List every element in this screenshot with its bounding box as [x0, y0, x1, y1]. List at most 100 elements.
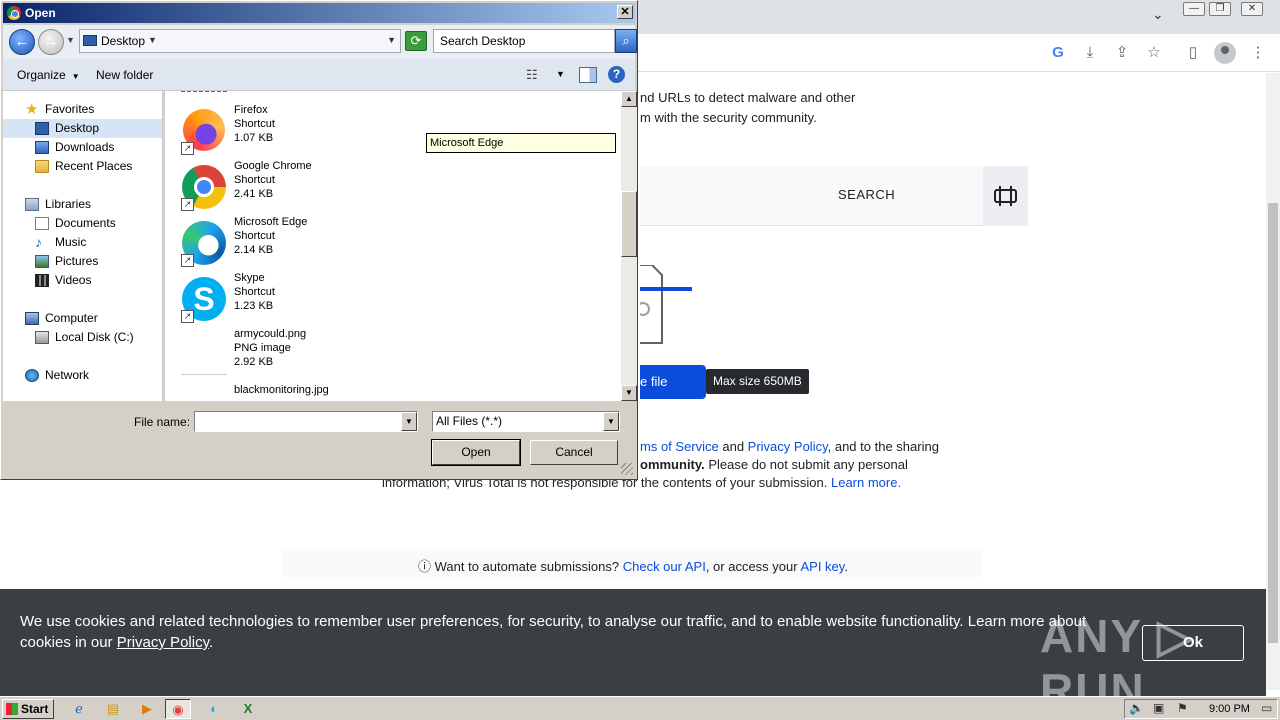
address-dropdown-icon[interactable]: ▼ [387, 35, 396, 45]
address-bar[interactable]: Desktop ▼ ▼ [79, 29, 401, 53]
share-icon[interactable]: ⇪ [1112, 43, 1132, 63]
help-icon[interactable]: ? [608, 66, 625, 83]
network-tray-icon[interactable]: ▣ [1153, 701, 1164, 715]
explorer-taskbar-icon[interactable]: ▤ [100, 699, 126, 719]
learn-more-link[interactable]: Learn more. [831, 475, 901, 490]
file-type-select[interactable]: All Files (*.*) ▼ [432, 411, 620, 432]
downloads-folder-icon [35, 141, 49, 154]
nav-desktop[interactable]: Desktop [3, 119, 162, 138]
terms-line2: ommunity. Please do not submit any perso… [640, 457, 908, 472]
file-name: Microsoft Edge [234, 216, 308, 228]
nav-documents[interactable]: Documents [3, 214, 162, 233]
search-desktop-input[interactable]: Search Desktop [433, 29, 615, 53]
recent-locations-chevron-icon[interactable]: ▼ [66, 35, 75, 45]
profile-avatar-icon[interactable] [1214, 42, 1236, 64]
browser-menu-icon[interactable]: ⋮ [1248, 43, 1268, 63]
shortcut-arrow-icon: ↗ [181, 198, 194, 211]
address-text[interactable]: Desktop [101, 34, 145, 48]
file-type-dropdown-icon[interactable]: ▼ [603, 412, 619, 431]
nav-computer[interactable]: Computer [3, 309, 162, 328]
file-item[interactable]: ↗ Google Chrome Shortcut 2.41 KB [181, 159, 441, 215]
breadcrumb-chevron-icon[interactable]: ▼ [148, 35, 157, 45]
change-view-icon[interactable]: ☷ [526, 67, 544, 83]
nav-recent-label: Recent Places [55, 159, 133, 173]
file-upload-illustration-icon [636, 264, 692, 345]
file-type: PNG image [234, 342, 291, 354]
scroll-down-arrow-icon[interactable]: ▼ [621, 385, 637, 401]
nav-favorites[interactable]: ★ Favorites [3, 100, 162, 119]
api-key-link[interactable]: API key [800, 559, 844, 574]
dialog-navigation-bar: ← → ▼ Desktop ▼ ▼ ⟳ Search Desktop ⌕ [3, 25, 637, 59]
side-panel-icon[interactable]: ▯ [1183, 43, 1203, 63]
nav-music-label: Music [55, 235, 87, 249]
check-api-link[interactable]: Check our API [623, 559, 706, 574]
dialog-titlebar[interactable]: Open ✕ [3, 3, 635, 23]
file-item[interactable]: blackmonitoring.jpg [181, 383, 441, 401]
scroll-up-arrow-icon[interactable]: ▲ [621, 91, 637, 107]
file-name-dropdown-icon[interactable]: ▼ [401, 412, 417, 431]
resize-grip-icon[interactable] [621, 463, 633, 475]
cookie-ok-button[interactable]: Ok [1142, 625, 1244, 661]
show-desktop-icon[interactable]: ▭ [1261, 701, 1272, 715]
dialog-close-button[interactable]: ✕ [617, 5, 633, 19]
dialog-title: Open [25, 6, 56, 20]
file-list-scrollbar-thumb[interactable] [621, 191, 637, 257]
cancel-button[interactable]: Cancel [530, 440, 618, 465]
favorites-star-icon: ★ [25, 101, 39, 118]
view-options-chevron-icon[interactable]: ▼ [556, 69, 565, 79]
file-size: 1.07 KB [234, 132, 274, 144]
start-button[interactable]: Start [2, 699, 54, 719]
search-magnifier-icon[interactable]: ⌕ [615, 29, 637, 53]
file-name-input[interactable]: ▼ [194, 411, 418, 432]
nav-recent-places[interactable]: Recent Places [3, 157, 162, 176]
file-item[interactable]: ↗ Microsoft Edge Shortcut 2.14 KB [181, 215, 441, 271]
chrome-taskbar-icon[interactable]: ◉ [165, 699, 191, 719]
nav-local-disk[interactable]: Local Disk (C:) [3, 328, 162, 347]
cookie-text: We use cookies and related technologies … [20, 611, 1130, 653]
window-minimize-button[interactable]: — [1183, 2, 1205, 16]
window-maximize-button[interactable]: ❐ [1209, 2, 1231, 16]
preview-pane-icon[interactable] [579, 67, 597, 83]
google-lens-icon[interactable]: G [1048, 43, 1068, 63]
back-arrow-icon[interactable]: ← [9, 29, 35, 55]
nav-downloads[interactable]: Downloads [3, 138, 162, 157]
edge-icon: ↗ [181, 219, 229, 267]
excel-taskbar-icon[interactable]: X [235, 699, 261, 719]
open-button[interactable]: Open [431, 439, 521, 466]
forward-arrow-icon[interactable]: → [38, 29, 64, 55]
ie-taskbar-icon[interactable]: ℯ [66, 699, 92, 719]
install-app-icon[interactable]: ⤓ [1080, 43, 1100, 63]
intro-text-line2: m with the security community. [640, 110, 817, 125]
file-item[interactable]: S ↗ Skype Shortcut 1.23 KB [181, 271, 441, 327]
nav-libraries[interactable]: Libraries [3, 195, 162, 214]
page-scrollbar[interactable] [1266, 73, 1280, 690]
search-tab-area[interactable] [640, 166, 983, 226]
page-scrollbar-thumb[interactable] [1268, 203, 1278, 643]
action-center-flag-icon[interactable]: ⚑ [1177, 701, 1188, 715]
refresh-icon[interactable]: ⟳ [405, 31, 427, 51]
edge-taskbar-icon[interactable]: ◐ [201, 699, 227, 719]
nav-videos[interactable]: Videos [3, 271, 162, 290]
tab-search-chevron-icon[interactable]: ⌄ [1152, 6, 1164, 23]
nav-music[interactable]: ♪ Music [3, 233, 162, 252]
file-item[interactable]: ↗ Firefox Shortcut 1.07 KB [181, 103, 441, 159]
file-name: blackmonitoring.jpg [234, 384, 329, 396]
media-player-taskbar-icon[interactable]: ▶ [134, 699, 160, 719]
choose-file-button[interactable]: e file [640, 365, 706, 399]
terms-of-service-link[interactable]: ms of Service [640, 439, 719, 454]
cookie-privacy-link[interactable]: Privacy Policy [117, 634, 209, 651]
bookmark-star-icon[interactable]: ☆ [1144, 43, 1164, 63]
privacy-policy-link[interactable]: Privacy Policy [748, 439, 828, 454]
window-close-button[interactable]: ✕ [1241, 2, 1263, 16]
max-size-tooltip: Max size 650MB [706, 369, 809, 394]
nav-pictures[interactable]: Pictures [3, 252, 162, 271]
search-tab-label[interactable]: SEARCH [838, 187, 895, 202]
nav-network[interactable]: Network [3, 366, 162, 385]
file-list-scrollbar[interactable]: ▲ ▼ [621, 91, 637, 401]
volume-icon[interactable]: 🔈 [1129, 701, 1144, 715]
new-folder-button[interactable]: New folder [96, 68, 153, 82]
chrome-title-icon [7, 6, 21, 20]
taskbar-clock[interactable]: 9:00 PM [1209, 703, 1250, 715]
organize-button[interactable]: Organize ▼ [17, 68, 80, 82]
barcode-scan-icon[interactable] [983, 166, 1028, 226]
